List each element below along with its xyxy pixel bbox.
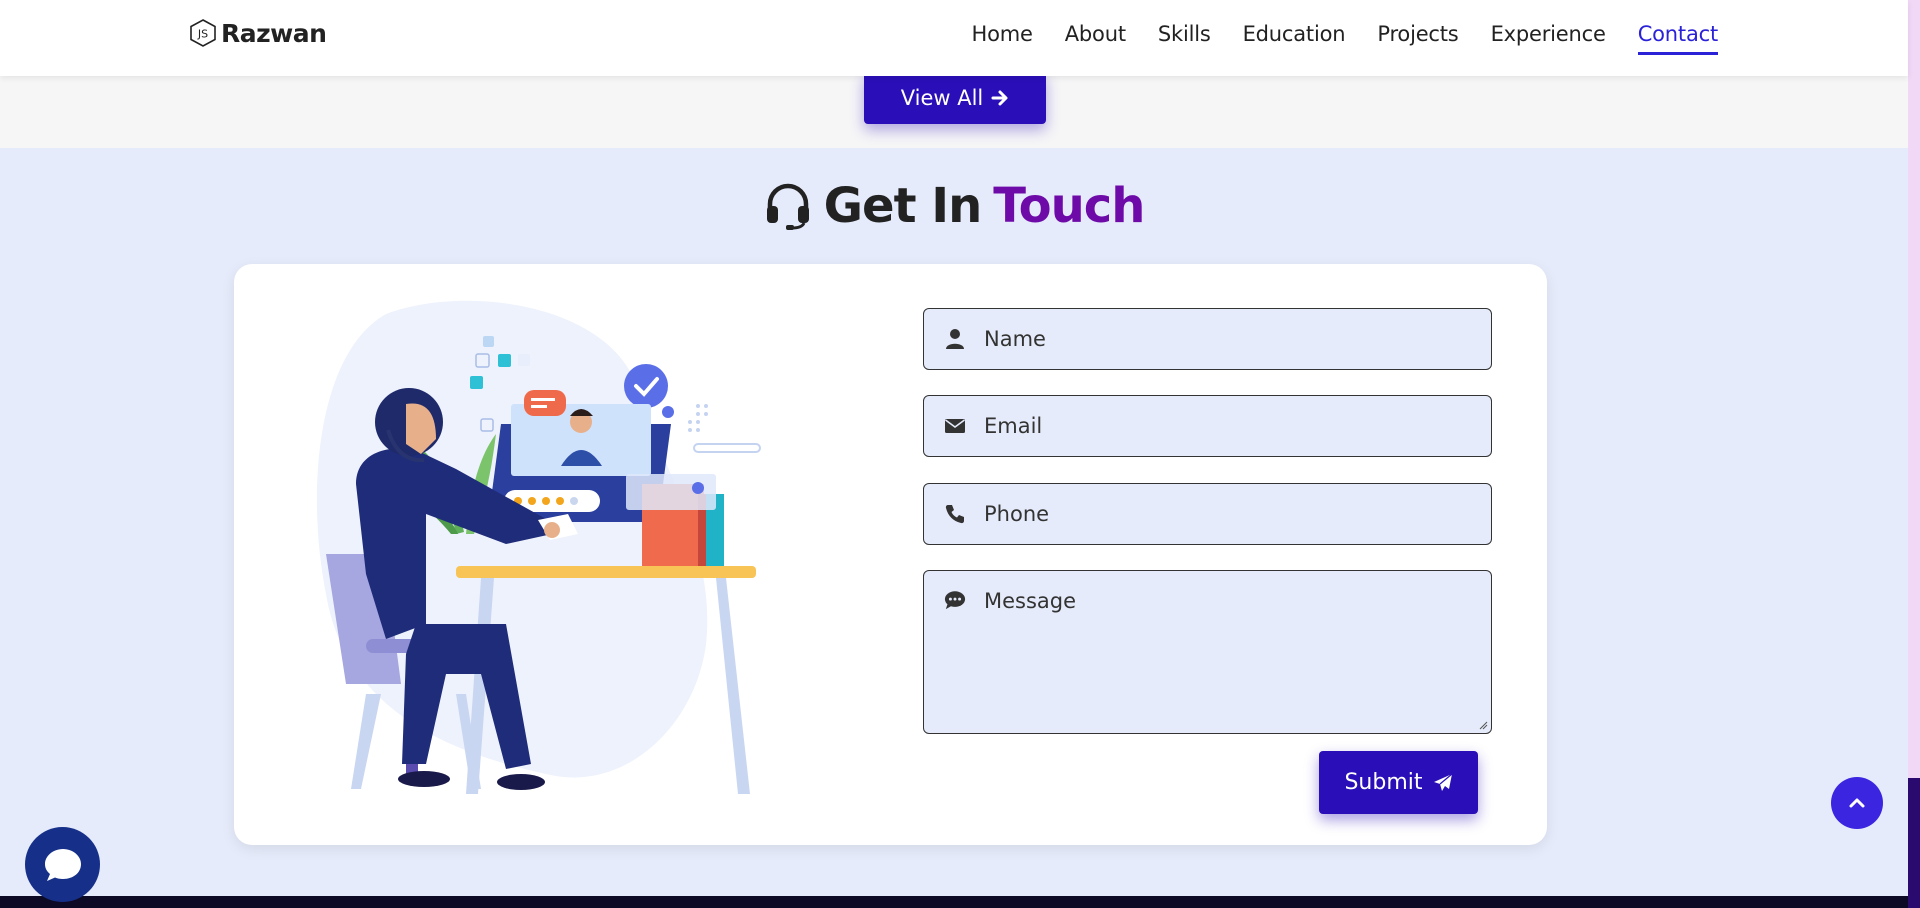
nav-item-projects[interactable]: Projects bbox=[1377, 22, 1458, 55]
phone-field bbox=[923, 483, 1492, 545]
paper-plane-icon bbox=[1433, 773, 1452, 791]
resize-grip-icon[interactable] bbox=[1478, 720, 1488, 730]
nav-item-experience[interactable]: Experience bbox=[1491, 22, 1606, 55]
nav-item-contact[interactable]: Contact bbox=[1637, 22, 1718, 55]
email-input[interactable] bbox=[984, 414, 1491, 438]
user-icon bbox=[946, 329, 964, 349]
headset-icon bbox=[766, 183, 809, 230]
chat-bubble-icon bbox=[44, 848, 81, 881]
name-input[interactable] bbox=[984, 327, 1491, 351]
contact-title-part2: Touch bbox=[993, 178, 1145, 234]
nav-item-home[interactable]: Home bbox=[972, 22, 1033, 55]
envelope-icon bbox=[945, 419, 965, 433]
brand-link[interactable]: JS Razwan bbox=[189, 18, 327, 48]
footer-edge bbox=[0, 896, 1908, 908]
scroll-to-top-button[interactable] bbox=[1831, 777, 1883, 829]
message-input[interactable] bbox=[984, 589, 1491, 717]
chat-bubble-icon bbox=[944, 591, 966, 610]
arrow-right-icon bbox=[991, 90, 1008, 106]
nav-item-about[interactable]: About bbox=[1065, 22, 1126, 55]
navbar: JS Razwan Home About Skills Education Pr… bbox=[0, 0, 1908, 76]
submit-button[interactable]: Submit bbox=[1319, 751, 1478, 814]
phone-icon bbox=[945, 505, 964, 524]
chat-widget-button[interactable] bbox=[25, 827, 100, 902]
message-field bbox=[923, 570, 1492, 734]
customer-support-illustration bbox=[316, 300, 761, 794]
contact-title: Get In Touch bbox=[0, 178, 1908, 234]
nav-item-skills[interactable]: Skills bbox=[1158, 22, 1211, 55]
nav-item-education[interactable]: Education bbox=[1243, 22, 1346, 55]
js-hexagon-logo-icon: JS bbox=[190, 19, 216, 47]
contact-card: Submit bbox=[234, 264, 1547, 845]
view-all-button[interactable]: View All bbox=[864, 72, 1046, 124]
scrollbar-track[interactable] bbox=[1908, 0, 1920, 908]
main-nav: Home About Skills Education Projects Exp… bbox=[972, 22, 1718, 55]
scrollbar-thumb[interactable] bbox=[1908, 778, 1920, 908]
phone-input[interactable] bbox=[984, 502, 1491, 526]
contact-title-part1: Get In bbox=[823, 178, 983, 234]
view-all-label: View All bbox=[900, 86, 984, 110]
name-field bbox=[923, 308, 1492, 370]
submit-label: Submit bbox=[1344, 770, 1423, 795]
chevron-up-icon bbox=[1849, 798, 1865, 808]
svg-text:JS: JS bbox=[197, 28, 208, 41]
email-field bbox=[923, 395, 1492, 457]
brand-name: Razwan bbox=[221, 18, 327, 48]
